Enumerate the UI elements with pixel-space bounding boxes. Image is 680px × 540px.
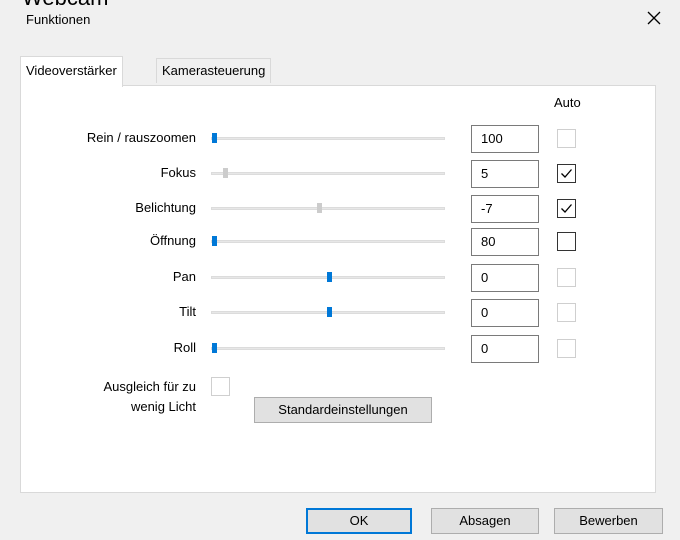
row-slider[interactable] xyxy=(211,307,445,317)
row-label: Öffnung xyxy=(149,233,196,248)
slider-thumb[interactable] xyxy=(327,307,332,317)
row-auto-checkbox[interactable] xyxy=(557,129,576,148)
slider-thumb[interactable] xyxy=(212,343,217,353)
row-slider[interactable] xyxy=(211,343,445,353)
apply-button[interactable]: Bewerben xyxy=(554,508,663,534)
row-value-field[interactable]: 0 xyxy=(471,335,539,363)
slider-thumb[interactable] xyxy=(327,272,332,282)
row-label: Fokus xyxy=(160,165,196,180)
row-value-field[interactable]: 100 xyxy=(471,125,539,153)
row-value-field[interactable]: 5 xyxy=(471,160,539,188)
auto-column-header: Auto xyxy=(554,95,581,110)
row-auto-checkbox[interactable] xyxy=(557,164,576,183)
row-slider[interactable] xyxy=(211,203,445,213)
row-value-field[interactable]: 0 xyxy=(471,299,539,327)
slider-thumb[interactable] xyxy=(212,133,217,143)
row-auto-checkbox[interactable] xyxy=(557,199,576,218)
row-label: Roll xyxy=(173,340,196,355)
tab-videoverstaerker[interactable]: Videoverstärker xyxy=(20,56,123,87)
row-slider[interactable] xyxy=(211,236,445,246)
row-slider[interactable] xyxy=(211,133,445,143)
defaults-button[interactable]: Standardeinstellungen xyxy=(254,397,432,423)
row-value-field[interactable]: -7 xyxy=(471,195,539,223)
row-slider[interactable] xyxy=(211,168,445,178)
row-auto-checkbox[interactable] xyxy=(557,268,576,287)
row-label: Belichtung xyxy=(135,200,196,215)
row-label: Pan xyxy=(172,269,196,284)
ok-button[interactable]: OK xyxy=(306,508,412,534)
row-auto-checkbox[interactable] xyxy=(557,232,576,251)
background-window-title: Webcam xyxy=(22,0,108,9)
slider-thumb[interactable] xyxy=(317,203,322,213)
slider-thumb[interactable] xyxy=(223,168,228,178)
checkmark-icon xyxy=(561,204,572,213)
low-light-checkbox[interactable] xyxy=(211,377,230,396)
row-auto-checkbox[interactable] xyxy=(557,303,576,322)
slider-thumb[interactable] xyxy=(212,236,217,246)
row-auto-checkbox[interactable] xyxy=(557,339,576,358)
row-value-field[interactable]: 80 xyxy=(471,228,539,256)
tab-kamerasteuerung[interactable]: Kamerasteuerung xyxy=(156,58,272,83)
dialog-title: Funktionen xyxy=(26,12,91,27)
low-light-label-line2: wenig Licht xyxy=(130,399,196,414)
row-label: Rein / rauszoomen xyxy=(86,130,196,145)
close-icon xyxy=(647,11,661,25)
cancel-button[interactable]: Absagen xyxy=(431,508,539,534)
row-slider[interactable] xyxy=(211,272,445,282)
low-light-label-line1: Ausgleich für zu xyxy=(103,379,197,394)
checkmark-icon xyxy=(561,169,572,178)
close-button[interactable] xyxy=(640,4,668,32)
row-label: Tilt xyxy=(179,304,196,319)
row-value-field[interactable]: 0 xyxy=(471,264,539,292)
